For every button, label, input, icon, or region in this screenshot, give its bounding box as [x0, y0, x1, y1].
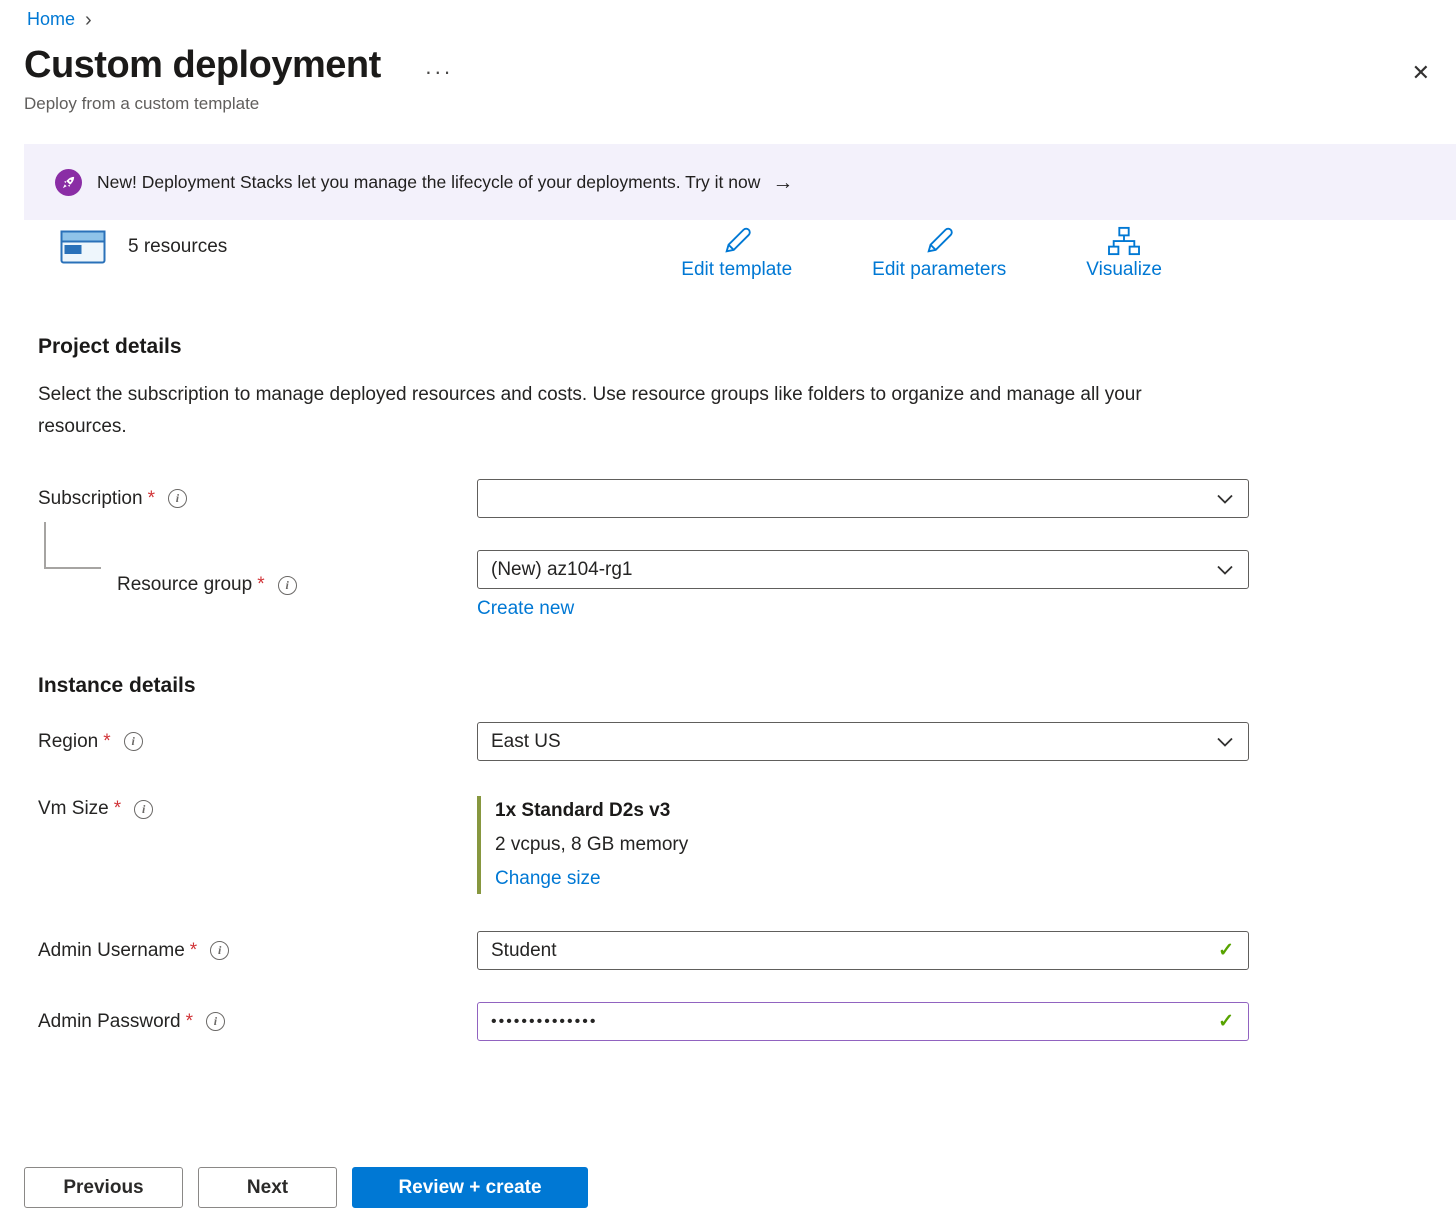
edit-parameters-label: Edit parameters	[872, 259, 1006, 281]
vm-size-label: Vm Size	[38, 798, 109, 820]
rocket-icon	[55, 169, 82, 196]
breadcrumb-chevron-icon: ›	[85, 8, 92, 30]
resource-group-label: Resource group	[117, 574, 252, 596]
change-size-link[interactable]: Change size	[495, 868, 601, 890]
chevron-down-icon	[1217, 737, 1233, 747]
arrow-right-icon: →	[772, 172, 793, 193]
template-resources-icon	[60, 230, 106, 264]
project-details-heading: Project details	[38, 335, 1456, 359]
next-button[interactable]: Next	[198, 1167, 337, 1208]
instance-details-heading: Instance details	[38, 674, 1456, 698]
required-asterisk: *	[114, 798, 121, 820]
valid-check-icon: ✓	[1218, 1010, 1234, 1033]
footer-actions: Previous Next Review + create	[24, 1167, 588, 1208]
chevron-down-icon	[1217, 494, 1233, 504]
vm-size-block: 1x Standard D2s v3 2 vcpus, 8 GB memory …	[477, 796, 1249, 894]
custom-deployment-page: Home › Custom deployment ··· Deploy from…	[0, 0, 1456, 1219]
admin-username-input[interactable]	[477, 931, 1249, 970]
admin-username-label: Admin Username	[38, 940, 185, 962]
required-asterisk: *	[103, 731, 110, 753]
page-title: Custom deployment	[24, 44, 381, 87]
banner-message: New! Deployment Stacks let you manage th…	[97, 172, 760, 193]
info-icon[interactable]: i	[210, 941, 229, 960]
info-icon[interactable]: i	[168, 489, 187, 508]
breadcrumb: Home ›	[0, 0, 1456, 30]
deployment-stacks-banner[interactable]: New! Deployment Stacks let you manage th…	[24, 144, 1456, 220]
visualize-label: Visualize	[1086, 259, 1162, 281]
page-subtitle: Deploy from a custom template	[24, 94, 1432, 114]
subscription-row: Subscription * i	[0, 479, 1456, 518]
subscription-select[interactable]	[477, 479, 1249, 518]
vm-size-specs: 2 vcpus, 8 GB memory	[495, 834, 1249, 856]
pencil-icon	[720, 226, 754, 256]
edit-template-label: Edit template	[681, 259, 792, 281]
previous-button[interactable]: Previous	[24, 1167, 183, 1208]
resource-group-select[interactable]: (New) az104-rg1	[477, 550, 1249, 589]
visualize-action[interactable]: Visualize	[1086, 226, 1162, 281]
admin-username-row: Admin Username * i ✓	[0, 931, 1456, 970]
resources-count: 5 resources	[128, 236, 227, 258]
template-actions: Edit template Edit parameters Visualize	[681, 226, 1162, 281]
close-button[interactable]: ✕	[1408, 58, 1434, 88]
template-resources: 5 resources	[60, 226, 227, 264]
required-asterisk: *	[257, 574, 264, 596]
required-asterisk: *	[186, 1011, 193, 1033]
required-asterisk: *	[148, 488, 155, 510]
resource-group-row: Resource group * i (New) az104-rg1 Creat…	[0, 550, 1456, 620]
tree-connector-line	[44, 522, 101, 569]
edit-template-action[interactable]: Edit template	[681, 226, 792, 281]
create-new-link[interactable]: Create new	[477, 598, 574, 620]
required-asterisk: *	[190, 940, 197, 962]
resource-group-value: (New) az104-rg1	[491, 559, 633, 581]
chevron-down-icon	[1217, 565, 1233, 575]
region-label: Region	[38, 731, 98, 753]
vm-size-row: Vm Size * i 1x Standard D2s v3 2 vcpus, …	[0, 796, 1456, 894]
info-icon[interactable]: i	[278, 576, 297, 595]
admin-password-label: Admin Password	[38, 1011, 181, 1033]
page-header: Custom deployment ··· Deploy from a cust…	[0, 30, 1456, 114]
subscription-label: Subscription	[38, 488, 143, 510]
region-row: Region * i East US	[0, 722, 1456, 761]
vm-size-name: 1x Standard D2s v3	[495, 800, 1249, 822]
valid-check-icon: ✓	[1218, 939, 1234, 962]
pencil-icon	[922, 226, 956, 256]
breadcrumb-home-link[interactable]: Home	[27, 9, 75, 30]
more-options-icon[interactable]: ···	[425, 47, 453, 85]
edit-parameters-action[interactable]: Edit parameters	[872, 226, 1006, 281]
info-icon[interactable]: i	[134, 800, 153, 819]
admin-password-row: Admin Password * i ✓	[0, 1002, 1456, 1041]
review-create-button[interactable]: Review + create	[352, 1167, 588, 1208]
template-bar: 5 resources Edit template Edit parameter…	[24, 226, 1432, 281]
project-details-description: Select the subscription to manage deploy…	[38, 379, 1188, 443]
sitemap-icon	[1106, 226, 1142, 256]
admin-password-input[interactable]	[477, 1002, 1249, 1041]
region-select[interactable]: East US	[477, 722, 1249, 761]
info-icon[interactable]: i	[124, 732, 143, 751]
region-value: East US	[491, 731, 561, 753]
info-icon[interactable]: i	[206, 1012, 225, 1031]
